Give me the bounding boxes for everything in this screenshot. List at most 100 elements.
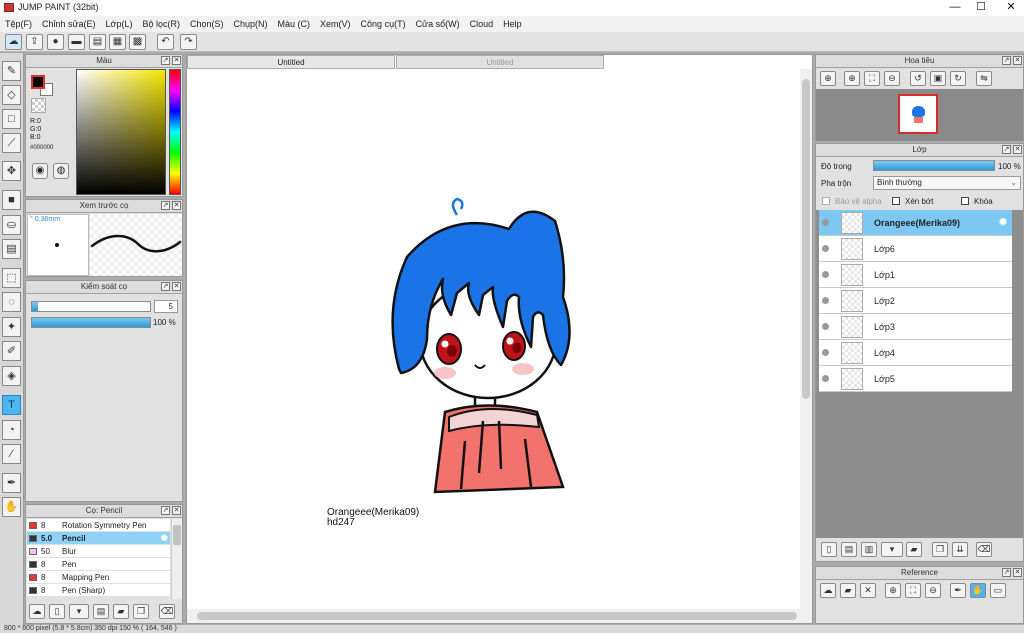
panel-close-icon[interactable]: ✕: [172, 56, 181, 65]
page-list-icon[interactable]: ▦: [109, 34, 126, 50]
speech-bubble-icon[interactable]: ●: [47, 34, 64, 50]
panel-float-icon[interactable]: ↗: [1002, 145, 1011, 154]
hue-slider[interactable]: [169, 69, 181, 195]
panel-float-icon[interactable]: ↗: [1002, 56, 1011, 65]
reset-view-icon[interactable]: ▣: [930, 71, 946, 86]
panel-close-icon[interactable]: ✕: [172, 282, 181, 291]
brush-tool-icon[interactable]: ✎: [2, 61, 21, 81]
fill-shape-tool-icon[interactable]: ■: [2, 190, 21, 210]
zoom-fit-icon[interactable]: ⊕: [844, 71, 860, 86]
comment-icon[interactable]: ▬: [68, 34, 85, 50]
rectangle-tool-icon[interactable]: □: [2, 109, 21, 129]
drawing-canvas[interactable]: Orangeee(Merika09) hd247: [187, 69, 799, 609]
flip-icon[interactable]: ⇋: [976, 71, 992, 86]
saturation-value-picker[interactable]: [76, 69, 166, 195]
brush-size-slider[interactable]: [31, 301, 151, 312]
new-layer-1bit-icon[interactable]: ▥: [861, 542, 877, 557]
menu-cloud[interactable]: Cloud: [465, 16, 499, 32]
trash-icon[interactable]: ⌫: [159, 604, 175, 619]
palette-settings-icon[interactable]: ◍: [53, 163, 69, 179]
text-tool-icon[interactable]: T: [2, 395, 21, 415]
brush-cloud-icon[interactable]: ☁: [29, 604, 45, 619]
undo-button[interactable]: ↶: [157, 34, 174, 50]
hand-icon[interactable]: ✋: [970, 583, 986, 598]
dropper-icon[interactable]: ✒: [950, 583, 966, 598]
panel-close-icon[interactable]: ✕: [172, 201, 181, 210]
menu-view[interactable]: Xem(V): [315, 16, 356, 32]
new-brush-icon[interactable]: ▯: [49, 604, 65, 619]
menu-window[interactable]: Cửa sổ(W): [411, 16, 465, 32]
zoom-out-icon[interactable]: ⊖: [925, 583, 941, 598]
panel-close-icon[interactable]: ✕: [1013, 56, 1022, 65]
balloon-tool-icon[interactable]: ◔: [2, 420, 21, 440]
menu-edit[interactable]: Chỉnh sửa(E): [37, 16, 101, 32]
brush-item[interactable]: 8 Pen (Sharp): [27, 584, 170, 597]
gear-icon[interactable]: ✹: [998, 215, 1008, 229]
rotate-right-icon[interactable]: ↻: [950, 71, 966, 86]
brush-copy-icon[interactable]: ▤: [93, 604, 109, 619]
visibility-icon[interactable]: [822, 219, 829, 226]
layer-opacity-slider[interactable]: [873, 160, 995, 171]
visibility-icon[interactable]: [822, 349, 829, 356]
fit-screen-icon[interactable]: ⛶: [905, 583, 921, 598]
clipping-checkbox[interactable]: [892, 197, 900, 205]
scrollbar-thumb[interactable]: [197, 612, 797, 620]
fit-screen-icon[interactable]: ⛶: [864, 71, 880, 86]
new-layer-8bit-icon[interactable]: ▤: [841, 542, 857, 557]
panel-close-icon[interactable]: ✕: [1013, 145, 1022, 154]
eyedropper-tool-icon[interactable]: ✒: [2, 473, 21, 493]
dropper-tool-icon[interactable]: ⁄: [2, 444, 21, 464]
visibility-icon[interactable]: [822, 245, 829, 252]
brush-item-selected[interactable]: 5.0 Pencil ✹: [27, 532, 170, 545]
zoom-in-icon[interactable]: ⊕: [885, 583, 901, 598]
layer-row[interactable]: Lớp6: [819, 236, 1012, 262]
grid-icon[interactable]: ▩: [129, 34, 146, 50]
hand-tool-icon[interactable]: ✋: [2, 497, 21, 517]
folder-icon[interactable]: ▰: [113, 604, 129, 619]
magic-wand-tool-icon[interactable]: ✦: [2, 317, 21, 337]
brush-item[interactable]: 8 Mapping Pen: [27, 571, 170, 584]
cloud-icon[interactable]: ☁: [5, 34, 22, 50]
reference-cloud-icon[interactable]: ☁: [820, 583, 836, 598]
visibility-icon[interactable]: [822, 297, 829, 304]
line-tool-icon[interactable]: ⟋: [2, 133, 21, 153]
visibility-icon[interactable]: [822, 323, 829, 330]
palette-icon[interactable]: ◉: [32, 163, 48, 179]
rotate-left-icon[interactable]: ↺: [910, 71, 926, 86]
panel-float-icon[interactable]: ↗: [161, 56, 170, 65]
maximize-button[interactable]: ☐: [964, 0, 998, 16]
menu-tools[interactable]: Công cụ(T): [356, 16, 411, 32]
delete-layer-icon[interactable]: ⌫: [976, 542, 992, 557]
canvas-horizontal-scrollbar[interactable]: [187, 609, 812, 623]
zoom-out-icon[interactable]: ⊖: [884, 71, 900, 86]
layer-row[interactable]: Lớp1: [819, 262, 1012, 288]
scrollbar-thumb[interactable]: [173, 525, 181, 545]
brush-item[interactable]: 8 Pen: [27, 558, 170, 571]
select-pen-tool-icon[interactable]: ✐: [2, 341, 21, 361]
document-tab[interactable]: Untitled: [396, 55, 604, 69]
duplicate-layer-icon[interactable]: ❐: [932, 542, 948, 557]
reference-close-icon[interactable]: ✕: [860, 583, 876, 598]
move-tool-icon[interactable]: ✥: [2, 161, 21, 181]
lasso-tool-icon[interactable]: ◌: [2, 292, 21, 312]
gear-icon[interactable]: ✹: [160, 532, 168, 545]
panel-float-icon[interactable]: ↗: [161, 282, 170, 291]
open-file-icon[interactable]: ▰: [840, 583, 856, 598]
rect-select-tool-icon[interactable]: ⬚: [2, 268, 21, 288]
panel-close-icon[interactable]: ✕: [1013, 568, 1022, 577]
menu-capture[interactable]: Chụp(N): [229, 16, 273, 32]
zoom-in-icon[interactable]: ⊕: [820, 71, 836, 86]
redo-button[interactable]: ↷: [180, 34, 197, 50]
brush-list-scrollbar[interactable]: [171, 519, 182, 599]
transparent-swatch[interactable]: [31, 98, 46, 113]
layer-row[interactable]: Lớp4: [819, 340, 1012, 366]
layer-row[interactable]: Lớp2: [819, 288, 1012, 314]
panel-close-icon[interactable]: ✕: [172, 506, 181, 515]
blend-mode-select[interactable]: Bình thường ⌄: [873, 176, 1021, 190]
lock-checkbox[interactable]: [961, 197, 969, 205]
menu-file[interactable]: Tệp(F): [0, 16, 37, 32]
layer-row[interactable]: Lớp5: [819, 366, 1012, 392]
new-layer-menu-icon[interactable]: ▾: [881, 542, 903, 557]
navigator-thumbnail[interactable]: [898, 94, 938, 134]
gradient-tool-icon[interactable]: ▤: [2, 239, 21, 259]
